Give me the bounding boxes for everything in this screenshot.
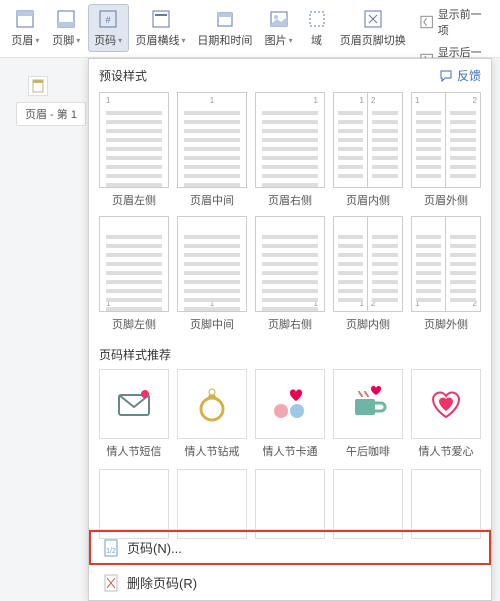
style-card-label: 情人节爱心 — [419, 443, 474, 459]
menu-delete-pagenum[interactable]: 删除页码(R) — [89, 565, 491, 600]
preset-thumb[interactable]: 12 — [411, 92, 481, 188]
footer-icon — [55, 8, 77, 30]
pagenum-button-label: 页码 — [94, 32, 116, 48]
style-card-label: 午后咖啡 — [346, 443, 390, 459]
feedback-link[interactable]: 反馈 — [439, 67, 481, 84]
chat-icon — [439, 69, 453, 83]
menu-pagenum[interactable]: 1/2 页码(N)... — [89, 530, 491, 565]
feedback-label: 反馈 — [457, 67, 481, 84]
page-icon: 1/2 — [103, 539, 119, 557]
footer-button-label: 页脚 — [52, 32, 74, 48]
header-button-label: 页眉 — [11, 32, 33, 48]
recommend-title: 页码样式推荐 — [89, 340, 491, 369]
field-button-label: 域 — [311, 32, 322, 48]
preset-title: 预设样式 — [99, 67, 147, 84]
preset-thumb-label: 页脚内侧 — [346, 316, 390, 332]
datetime-button-label: 日期和时间 — [197, 32, 252, 48]
style-card[interactable] — [333, 369, 403, 439]
header-button[interactable]: 页眉▾ — [6, 4, 45, 52]
calendar-icon — [214, 8, 236, 30]
preset-thumb-label: 页脚中间 — [190, 316, 234, 332]
datetime-button[interactable]: 日期和时间 — [192, 4, 257, 52]
footer-button[interactable]: 页脚▾ — [47, 4, 86, 52]
style-card-label: 情人节短信 — [107, 443, 162, 459]
preset-thumb-label: 页脚外侧 — [424, 316, 468, 332]
preset-thumb-label: 页眉中间 — [190, 192, 234, 208]
document-section-label: 页眉 - 第 1 — [25, 106, 77, 122]
menu-pagenum-label: 页码(N)... — [127, 538, 182, 557]
preset-thumb[interactable]: 12 — [333, 216, 403, 312]
preset-thumb[interactable]: 1 — [99, 92, 169, 188]
style-card[interactable] — [99, 369, 169, 439]
picture-icon — [268, 8, 290, 30]
prev-icon — [420, 15, 433, 29]
panel-menu: 1/2 页码(N)... 删除页码(R) — [89, 529, 491, 600]
hfswitch-button-label: 页眉页脚切换 — [340, 32, 406, 48]
show-prev-button[interactable]: 显示前一项 — [416, 4, 494, 40]
headerline-button[interactable]: 页眉横线▾ — [131, 4, 191, 52]
document-section-tab[interactable]: 页眉 - 第 1 — [16, 102, 86, 126]
preset-thumb[interactable]: 1 — [255, 92, 325, 188]
preset-row-footer: 1 页脚左侧 1 页脚中间 1 页脚右侧 12 页脚内侧 12 页脚外侧 — [89, 216, 491, 340]
picture-button[interactable]: 图片▾ — [259, 4, 298, 52]
preset-thumb-label: 页眉右侧 — [268, 192, 312, 208]
recommend-row: 情人节短信 情人节钻戒 情人节卡通 午后咖啡 情人节爱心 — [89, 369, 491, 469]
field-icon — [306, 8, 328, 30]
preset-thumb-label: 页眉内侧 — [346, 192, 390, 208]
svg-text:1/2: 1/2 — [106, 548, 116, 555]
preset-thumb-label: 页眉外侧 — [424, 192, 468, 208]
pagenum-dropdown-panel: 预设样式 反馈 1 页眉左侧 1 页眉中间 1 页眉右侧 12 页眉内侧 12 页眉外侧 1 页脚左… — [88, 58, 492, 601]
header-icon — [14, 8, 36, 30]
preset-thumb[interactable]: 12 — [411, 216, 481, 312]
style-card-label: 情人节卡通 — [263, 443, 318, 459]
show-prev-label: 显示前一项 — [438, 6, 490, 38]
style-card[interactable] — [255, 369, 325, 439]
workspace: 页眉 - 第 1 预设样式 反馈 1 页眉左侧 1 页眉中间 1 页眉右侧 12 页眉内侧 12… — [0, 58, 500, 543]
page-delete-icon — [103, 574, 119, 592]
field-button[interactable]: 域 — [300, 4, 333, 52]
headerline-icon — [150, 8, 172, 30]
menu-delete-label: 删除页码(R) — [127, 573, 197, 592]
svg-text:#: # — [106, 15, 111, 25]
style-card[interactable] — [411, 369, 481, 439]
style-card[interactable] — [177, 369, 247, 439]
ribbon-toolbar: 页眉▾ 页脚▾ # 页码▾ 页眉横线▾ 日期和时间 图片▾ 域 — [0, 0, 500, 58]
preset-thumb[interactable]: 1 — [99, 216, 169, 312]
preset-row-header: 1 页眉左侧 1 页眉中间 1 页眉右侧 12 页眉内侧 12 页眉外侧 — [89, 92, 491, 216]
preset-thumb[interactable]: 1 — [177, 92, 247, 188]
preset-thumb-label: 页脚左侧 — [112, 316, 156, 332]
preset-thumb[interactable]: 12 — [333, 92, 403, 188]
switch-icon — [362, 8, 384, 30]
picture-button-label: 图片 — [265, 32, 287, 48]
style-card-label: 情人节钻戒 — [185, 443, 240, 459]
pagenum-icon: # — [97, 8, 119, 30]
preset-thumb[interactable]: 1 — [177, 216, 247, 312]
pagenum-button[interactable]: # 页码▾ — [88, 4, 129, 52]
document-thumb-icon — [28, 76, 48, 96]
preset-thumb[interactable]: 1 — [255, 216, 325, 312]
preset-thumb-label: 页脚右侧 — [268, 316, 312, 332]
headerline-button-label: 页眉横线 — [136, 32, 180, 48]
preset-thumb-label: 页眉左侧 — [112, 192, 156, 208]
hfswitch-button[interactable]: 页眉页脚切换 — [335, 4, 410, 52]
